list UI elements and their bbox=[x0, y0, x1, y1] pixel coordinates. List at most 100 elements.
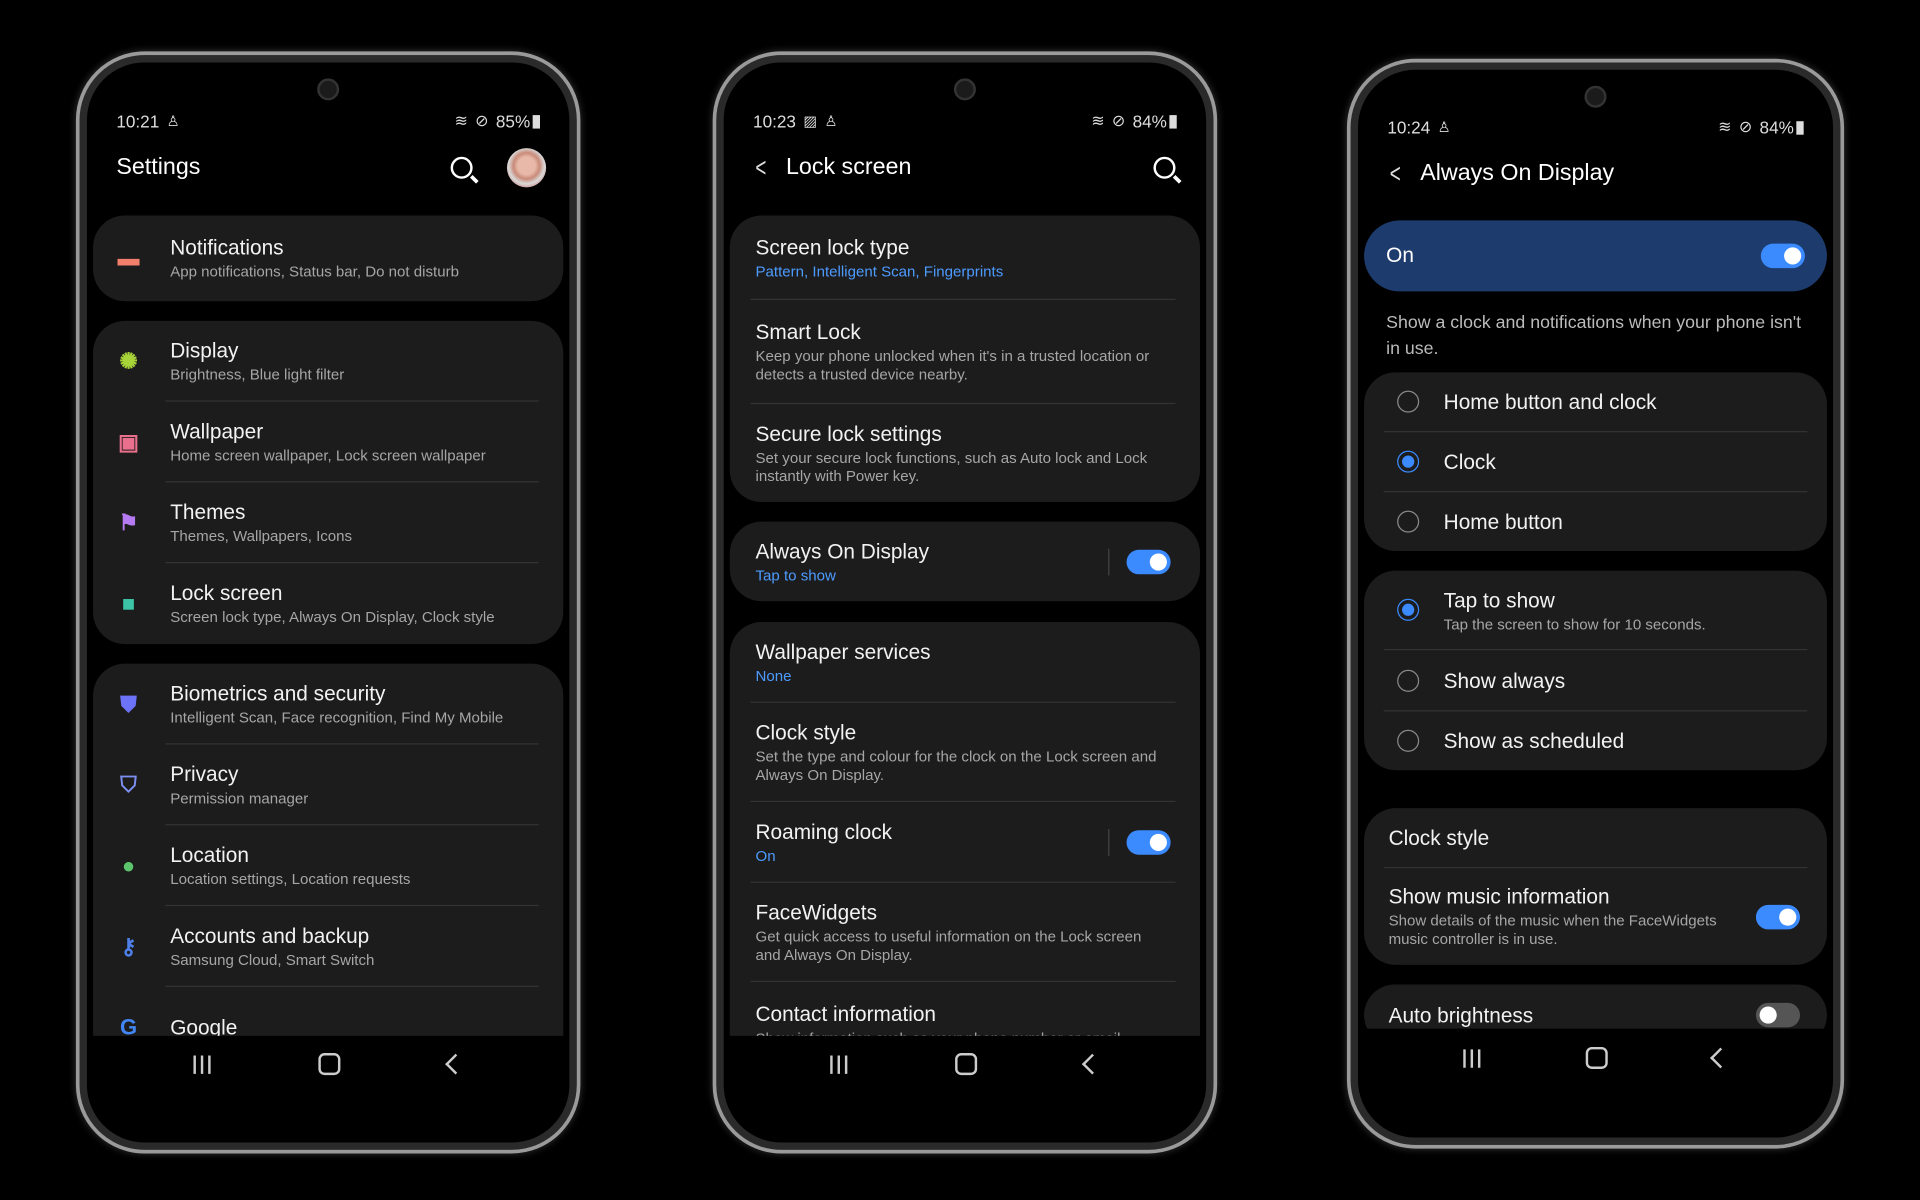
radio-button[interactable] bbox=[1397, 729, 1420, 752]
status-right: ≋ ⊘ 84% bbox=[1718, 118, 1804, 137]
toggle-switch[interactable] bbox=[1126, 830, 1171, 855]
lock-icon: ■ bbox=[121, 590, 136, 616]
radio-button[interactable] bbox=[1397, 669, 1420, 692]
list-item-tap-to-show[interactable]: Tap to show Tap the screen to show for 10… bbox=[1364, 571, 1827, 651]
screen: 10:24 ♙ ≋ ⊘ 84% < Always On Display On Show a cl… bbox=[1361, 73, 1830, 1134]
battery-level: 85% bbox=[495, 111, 531, 132]
list-item-always-on-display[interactable]: Always On Display Tap to show bbox=[730, 522, 1200, 602]
page-title: Always On Display bbox=[1420, 160, 1615, 187]
master-switch-bar[interactable]: On bbox=[1364, 220, 1827, 292]
phone-always-on-display: 10:24 ♙ ≋ ⊘ 84% < Always On Display On Show a cl… bbox=[1346, 58, 1845, 1149]
list-item-wallpaper-services[interactable]: Wallpaper services None bbox=[730, 622, 1200, 703]
settings-group: ⛊ Biometrics and security Intelligent Scan… bbox=[93, 663, 564, 1036]
item-title: Show always bbox=[1443, 669, 1566, 693]
search-icon[interactable] bbox=[450, 156, 473, 179]
recents-icon[interactable] bbox=[830, 1054, 848, 1074]
screen: 10:21 ♙ ≋ ⊘ 85% Settings ▬ Notifications App not… bbox=[90, 66, 566, 1139]
toggle-switch[interactable] bbox=[1755, 1002, 1801, 1028]
settings-list[interactable]: Screen lock type Pattern, Intelligent Sca… bbox=[727, 215, 1202, 1036]
back-icon[interactable] bbox=[1710, 1047, 1731, 1069]
item-title: Clock style bbox=[1388, 826, 1490, 850]
toggle-switch[interactable] bbox=[1126, 549, 1171, 574]
battery-icon bbox=[1169, 114, 1177, 128]
item-subtitle: Set your secure lock functions, such as … bbox=[755, 448, 1148, 485]
list-item-show-always[interactable]: Show always bbox=[1364, 650, 1827, 712]
do-not-disturb-icon: ⊘ bbox=[475, 111, 489, 130]
list-item-privacy[interactable]: ⛉ Privacy Permission manager bbox=[93, 744, 563, 826]
accessibility-icon: ♙ bbox=[166, 112, 180, 130]
recents-icon[interactable] bbox=[193, 1054, 211, 1074]
list-item-contact-information[interactable]: Contact information Show information such… bbox=[730, 982, 1200, 1036]
list-item-google[interactable]: G Google bbox=[93, 987, 563, 1036]
item-title: Screen lock type bbox=[755, 235, 910, 259]
search-icon[interactable] bbox=[1153, 156, 1176, 179]
item-title: Wallpaper services bbox=[755, 640, 931, 664]
back-button[interactable]: < bbox=[755, 152, 766, 184]
list-item-show-music-information[interactable]: Show music information Show details of th… bbox=[1364, 868, 1827, 965]
item-subtitle: App notifications, Status bar, Do not di… bbox=[170, 263, 459, 281]
list-item-secure-lock-settings[interactable]: Secure lock settings Set your secure lock… bbox=[730, 404, 1200, 502]
display-sun-icon: ✺ bbox=[119, 348, 138, 373]
list-item-clock[interactable]: Clock bbox=[1364, 432, 1827, 493]
radio-button[interactable] bbox=[1397, 450, 1420, 473]
item-subtitle: Tap the screen to show for 10 seconds. bbox=[1443, 615, 1706, 633]
item-title: Smart Lock bbox=[755, 320, 861, 345]
settings-list[interactable]: ▬ Notifications App notifications, Status … bbox=[91, 215, 566, 1036]
item-subtitle: Brightness, Blue light filter bbox=[170, 366, 345, 384]
list-item-display[interactable]: ✺ Display Brightness, Blue light filter bbox=[93, 321, 563, 402]
home-icon[interactable] bbox=[318, 1053, 341, 1076]
item-title: Clock style bbox=[755, 721, 857, 745]
list-item-screen-lock-type[interactable]: Screen lock type Pattern, Intelligent Sca… bbox=[730, 216, 1200, 301]
item-title: Secure lock settings bbox=[755, 421, 942, 446]
status-bar: 10:23 ▨ ♙ ≋ ⊘ 84% bbox=[753, 109, 1177, 133]
settings-group: Auto brightness bbox=[1364, 984, 1827, 1029]
settings-list[interactable]: Home button and clock Clock Home button Tap… bbox=[1362, 372, 1830, 1029]
list-item-themes[interactable]: ⚑ Themes Themes, Wallpapers, Icons bbox=[93, 482, 563, 564]
home-icon[interactable] bbox=[955, 1053, 978, 1076]
item-title: Google bbox=[170, 1015, 238, 1036]
list-item-clock-style[interactable]: Clock style bbox=[1364, 808, 1827, 869]
back-icon[interactable] bbox=[445, 1053, 466, 1075]
radio-button[interactable] bbox=[1397, 390, 1420, 413]
list-item-facewidgets[interactable]: FaceWidgets Get quick access to useful in… bbox=[730, 883, 1200, 983]
list-item-home-button-and-clock[interactable]: Home button and clock bbox=[1364, 372, 1827, 433]
list-item-auto-brightness[interactable]: Auto brightness bbox=[1364, 984, 1827, 1028]
item-subtitle: Set the type and colour for the clock on… bbox=[755, 748, 1157, 784]
list-item-smart-lock[interactable]: Smart Lock Keep your phone unlocked when … bbox=[730, 300, 1200, 405]
list-item-biometrics-and-security[interactable]: ⛊ Biometrics and security Intelligent Scan… bbox=[93, 664, 563, 745]
list-item-roaming-clock[interactable]: Roaming clock On bbox=[730, 802, 1200, 883]
master-toggle[interactable] bbox=[1760, 243, 1805, 269]
radio-button[interactable] bbox=[1397, 510, 1420, 533]
clock-time: 10:23 bbox=[753, 111, 796, 132]
back-icon[interactable] bbox=[1081, 1053, 1103, 1075]
status-left: 10:24 ♙ bbox=[1387, 118, 1450, 138]
home-icon[interactable] bbox=[1585, 1046, 1608, 1069]
list-item-lock-screen[interactable]: ■ Lock screen Screen lock type, Always On … bbox=[93, 563, 563, 644]
list-item-notifications[interactable]: ▬ Notifications App notifications, Status … bbox=[93, 216, 563, 302]
phone-lock-screen: 10:23 ▨ ♙ ≋ ⊘ 84% < Lock screen Screen lock type… bbox=[712, 51, 1218, 1154]
shield-icon: ⛊ bbox=[120, 691, 137, 716]
list-item-home-button[interactable]: Home button bbox=[1364, 492, 1827, 551]
front-camera bbox=[317, 78, 340, 101]
back-button[interactable]: < bbox=[1390, 158, 1401, 190]
list-item-show-as-scheduled[interactable]: Show as scheduled bbox=[1364, 711, 1827, 770]
avatar[interactable] bbox=[506, 148, 547, 188]
list-item-clock-style[interactable]: Clock style Set the type and colour for t… bbox=[730, 703, 1200, 803]
master-switch-label: On bbox=[1386, 243, 1414, 267]
list-item-accounts-and-backup[interactable]: ⚷ Accounts and backup Samsung Cloud, Smart… bbox=[93, 906, 563, 987]
page-title: Settings bbox=[116, 154, 201, 181]
toggle-switch[interactable] bbox=[1755, 904, 1801, 929]
item-subtitle: Home screen wallpaper, Lock screen wallp… bbox=[170, 446, 486, 465]
radio-button[interactable] bbox=[1397, 598, 1420, 621]
list-item-location[interactable]: ● Location Location settings, Location req… bbox=[93, 825, 563, 907]
front-camera bbox=[953, 78, 976, 101]
recents-icon[interactable] bbox=[1463, 1048, 1481, 1068]
key-icon: ⚷ bbox=[120, 933, 137, 959]
accessibility-icon: ♙ bbox=[824, 112, 838, 130]
item-title: Tap to show bbox=[1443, 588, 1555, 612]
screen: 10:23 ▨ ♙ ≋ ⊘ 84% < Lock screen Screen lock type… bbox=[727, 66, 1203, 1139]
item-title: Privacy bbox=[170, 762, 239, 787]
header: < Lock screen bbox=[753, 149, 1183, 186]
list-item-wallpaper[interactable]: ▣ Wallpaper Home screen wallpaper, Lock sc… bbox=[93, 402, 563, 483]
item-title: Notifications bbox=[170, 236, 284, 260]
